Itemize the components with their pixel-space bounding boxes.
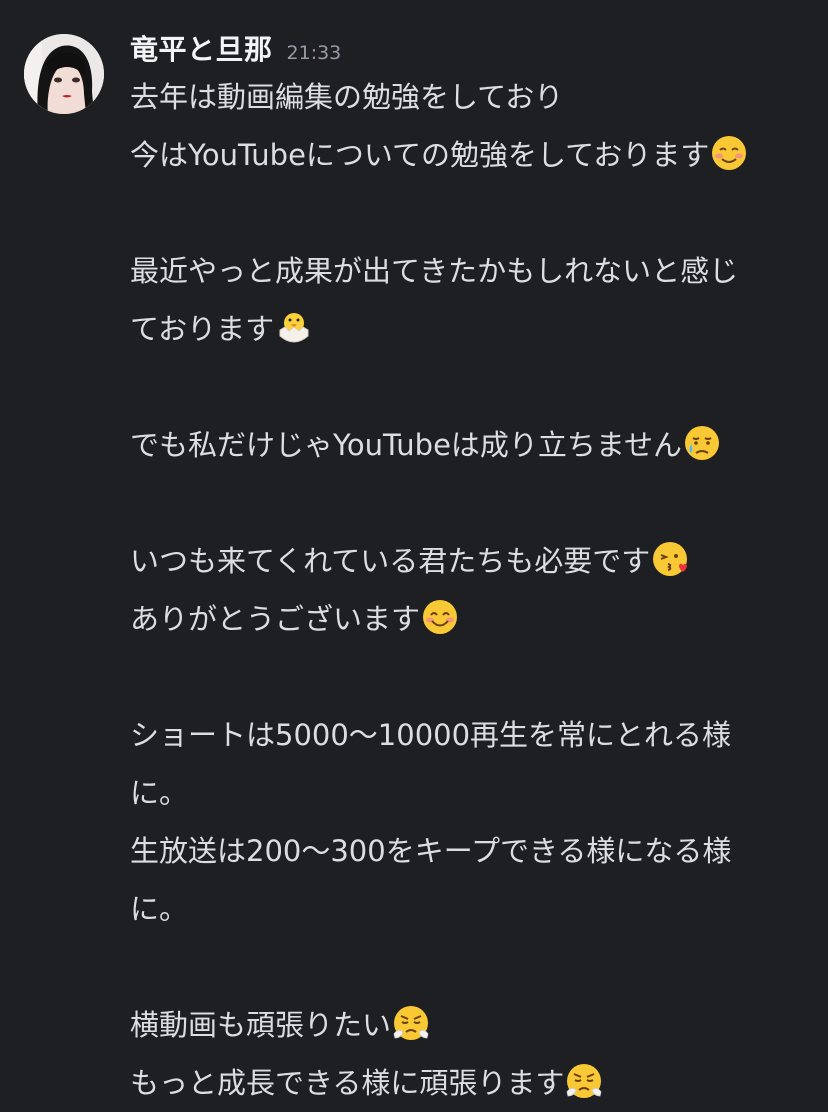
message-line: いつも来てくれている君たちも必要です — [130, 532, 820, 590]
user-avatar[interactable] — [24, 34, 104, 114]
message-line: 最近やっと成果が出てきたかもしれないと感じ — [130, 242, 820, 300]
message-line-text: ショートは5000〜10000再生を常にとれる様 — [130, 718, 732, 752]
timestamp: 21:33 — [286, 42, 342, 64]
message-line — [130, 938, 820, 996]
triumph-face-icon — [565, 1062, 603, 1100]
message-line: 横動画も頑張りたい — [130, 996, 820, 1054]
message-line: 去年は動画編集の勉強をしており — [130, 68, 820, 126]
message-line-text: いつも来てくれている君たちも必要です — [130, 544, 651, 578]
message-line: ありがとうございます — [130, 590, 820, 648]
message-line: 今はYouTubeについての勉強をしております — [130, 126, 820, 184]
message-line: でも私だけじゃYouTubeは成り立ちません — [130, 416, 820, 474]
message-content: 去年は動画編集の勉強をしており今はYouTubeについての勉強をしております 最近… — [130, 68, 820, 1112]
triumph-face-icon — [392, 1004, 430, 1042]
hatching-chick-icon — [275, 308, 313, 346]
chat-message: 竜平と旦那 21:33 去年は動画編集の勉強をしており今はYouTubeについて… — [0, 0, 828, 1100]
message-line-text: もっと成長できる様に頑張ります — [130, 1066, 565, 1100]
message-line: もっと成長できる様に頑張ります — [130, 1054, 820, 1112]
message-line — [130, 358, 820, 416]
kissing-heart-face-icon — [651, 540, 689, 578]
message-line — [130, 184, 820, 242]
smiling-face-icon — [710, 134, 748, 172]
message-line — [130, 648, 820, 706]
message-line-text: に。 — [130, 892, 189, 926]
message-line-text: 今はYouTubeについての勉強をしております — [130, 138, 710, 172]
message-line: ております — [130, 300, 820, 358]
message-header: 竜平と旦那 21:33 — [130, 28, 341, 68]
message-line-text: 横動画も頑張りたい — [130, 1008, 392, 1042]
message-line-text: でも私だけじゃYouTubeは成り立ちません — [130, 428, 683, 462]
message-line-text: に。 — [130, 776, 189, 810]
message-line-text: 生放送は200〜300をキープできる様になる様 — [130, 834, 732, 868]
username[interactable]: 竜平と旦那 — [130, 28, 273, 68]
message-line-text: ありがとうございます — [130, 602, 421, 636]
message-line-text: ております — [130, 312, 275, 346]
smiling-eyes-face-icon — [421, 598, 459, 636]
message-line: に。 — [130, 880, 820, 938]
message-line-text: 最近やっと成果が出てきたかもしれないと感じ — [130, 254, 739, 288]
message-line: ショートは5000〜10000再生を常にとれる様 — [130, 706, 820, 764]
sad-relieved-face-icon — [683, 424, 721, 462]
message-line-text: 去年は動画編集の勉強をしており — [130, 80, 564, 114]
message-line: に。 — [130, 764, 820, 822]
message-line — [130, 474, 820, 532]
message-line: 生放送は200〜300をキープできる様になる様 — [130, 822, 820, 880]
